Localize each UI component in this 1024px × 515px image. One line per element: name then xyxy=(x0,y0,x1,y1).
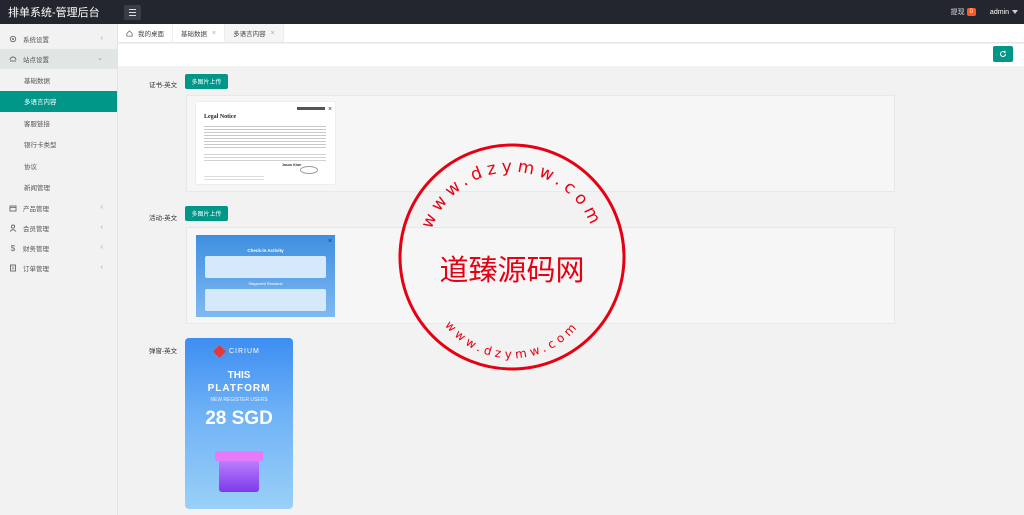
uploaded-image-popup[interactable]: CIRIUM THIS PLATFORM NEW REGISTER USERS … xyxy=(185,338,293,509)
legal-text-block xyxy=(204,174,264,180)
chevron-left-icon: ‹ xyxy=(100,264,103,271)
chevron-left-icon: ‹ xyxy=(100,244,103,251)
sidebar-item-label: 站点设置 xyxy=(23,57,49,64)
top-bar: 排单系统-管理后台 提现 0 admin xyxy=(0,0,1024,24)
multi-image-upload-button[interactable]: 多图片上传 xyxy=(185,74,228,89)
sidebar-subitem-basic-data[interactable]: 基础数据 xyxy=(0,69,117,91)
user-icon xyxy=(9,224,17,232)
gift-box-icon xyxy=(219,458,259,492)
legal-text-block xyxy=(204,152,326,161)
toolbar xyxy=(118,44,1024,66)
sidebar-item-orders[interactable]: 订单管理 ‹ xyxy=(0,258,117,278)
uploaded-image-legal-notice[interactable]: Legal Notice Jason Kiwe xyxy=(196,102,335,184)
dollar-icon: $ xyxy=(10,243,16,253)
legal-text-block xyxy=(204,124,326,148)
brand-logo-icon xyxy=(213,345,226,358)
field-label-activity-en: 活动-英文 xyxy=(149,215,178,222)
sidebar-subitem-news[interactable]: 新闻管理 xyxy=(0,177,117,199)
home-icon xyxy=(126,29,133,37)
order-icon xyxy=(9,264,17,272)
activity-panel xyxy=(205,289,326,311)
multi-image-upload-button[interactable]: 多图片上传 xyxy=(185,206,228,221)
sidebar-item-label: 会员管理 xyxy=(23,226,49,233)
sidebar-item-system-settings[interactable]: 系统设置 ‹ xyxy=(0,29,117,49)
tab-label: 我的桌面 xyxy=(138,31,164,38)
remove-image-icon[interactable]: × xyxy=(328,106,332,113)
tab-label: 多语言内容 xyxy=(233,31,266,38)
popup-line3: NEW REGISTER USERS xyxy=(210,397,268,403)
sidebar-item-site-settings[interactable]: 站点设置 ⌄ xyxy=(0,49,117,69)
notice-label: 提现 xyxy=(950,9,965,16)
menu-toggle-button[interactable] xyxy=(124,4,141,20)
uploaded-image-activity[interactable]: Check-in Activity Stagewell Rewards xyxy=(196,235,335,317)
sidebar: 系统设置 ‹ 站点设置 ⌄ 基础数据 多语言内容 客服链接 银行卡类型 协议 新… xyxy=(0,24,118,515)
refresh-icon xyxy=(1000,50,1007,57)
site-icon xyxy=(9,55,17,63)
activity-heading: Check-in Activity xyxy=(247,248,284,253)
chevron-left-icon: ‹ xyxy=(100,224,103,231)
remove-image-icon[interactable]: × xyxy=(328,238,332,245)
gift-box-lid xyxy=(215,451,263,461)
sidebar-subitem-multilang-content[interactable]: 多语言内容 xyxy=(0,90,117,112)
app-title: 排单系统-管理后台 xyxy=(8,7,100,19)
popup-line2: PLATFORM xyxy=(207,383,271,394)
sidebar-subitem-agreement[interactable]: 协议 xyxy=(0,155,117,177)
field-label-certificate-en: 证书-英文 xyxy=(149,82,178,89)
tab-bar: 我的桌面 基础数据 × 多语言内容 × xyxy=(118,24,1024,43)
chevron-left-icon: ‹ xyxy=(100,35,103,42)
tab-basic-data[interactable]: 基础数据 × xyxy=(173,24,226,42)
legal-seal xyxy=(300,166,318,174)
gear-icon xyxy=(9,35,17,43)
legal-logo xyxy=(297,107,325,110)
refresh-button[interactable] xyxy=(993,46,1013,62)
sidebar-item-products[interactable]: 产品管理 ‹ xyxy=(0,198,117,218)
tab-my-desktop[interactable]: 我的桌面 xyxy=(118,24,173,42)
sidebar-item-finance[interactable]: $ 财务管理 ‹ xyxy=(0,238,117,258)
sidebar-item-label: 系统设置 xyxy=(23,37,49,44)
sidebar-subitem-service-link[interactable]: 客服链接 xyxy=(0,112,117,134)
user-menu[interactable]: admin xyxy=(990,9,1018,16)
user-name: admin xyxy=(989,8,1009,16)
notice-badge: 0 xyxy=(966,8,976,16)
activity-subheading: Stagewell Rewards xyxy=(248,281,283,286)
legal-notice-title: Legal Notice xyxy=(204,114,237,120)
main-content: 证书-英文 多图片上传 Legal Notice Jason Kiwe × 活动… xyxy=(118,43,1024,515)
tab-multilang-content[interactable]: 多语言内容 × xyxy=(225,24,284,42)
image-preview-area: Legal Notice Jason Kiwe × xyxy=(186,95,895,192)
legal-signer: Jason Kiwe xyxy=(282,163,302,167)
chevron-down-icon: ⌄ xyxy=(97,55,103,62)
sidebar-item-members[interactable]: 会员管理 ‹ xyxy=(0,218,117,238)
chevron-left-icon: ‹ xyxy=(100,204,103,211)
sidebar-item-label: 产品管理 xyxy=(23,206,49,213)
sidebar-item-label: 财务管理 xyxy=(23,246,49,253)
caret-down-icon xyxy=(1012,10,1018,14)
image-preview-area: Check-in Activity Stagewell Rewards × xyxy=(186,227,895,324)
close-icon[interactable]: × xyxy=(271,30,275,37)
close-icon[interactable]: × xyxy=(212,30,216,37)
activity-panel xyxy=(205,256,326,278)
sidebar-subitem-bank-card-type[interactable]: 银行卡类型 xyxy=(0,134,117,156)
tab-label: 基础数据 xyxy=(181,31,207,38)
popup-amount: 28 SGD xyxy=(205,408,273,429)
sidebar-item-label: 订单管理 xyxy=(23,266,49,273)
withdraw-notice[interactable]: 提现 0 xyxy=(951,7,976,17)
field-label-popup-en: 弹窗-英文 xyxy=(149,348,178,355)
popup-brand: CIRIUM xyxy=(229,348,260,355)
box-icon xyxy=(9,204,17,212)
popup-line1: THIS xyxy=(227,370,251,381)
